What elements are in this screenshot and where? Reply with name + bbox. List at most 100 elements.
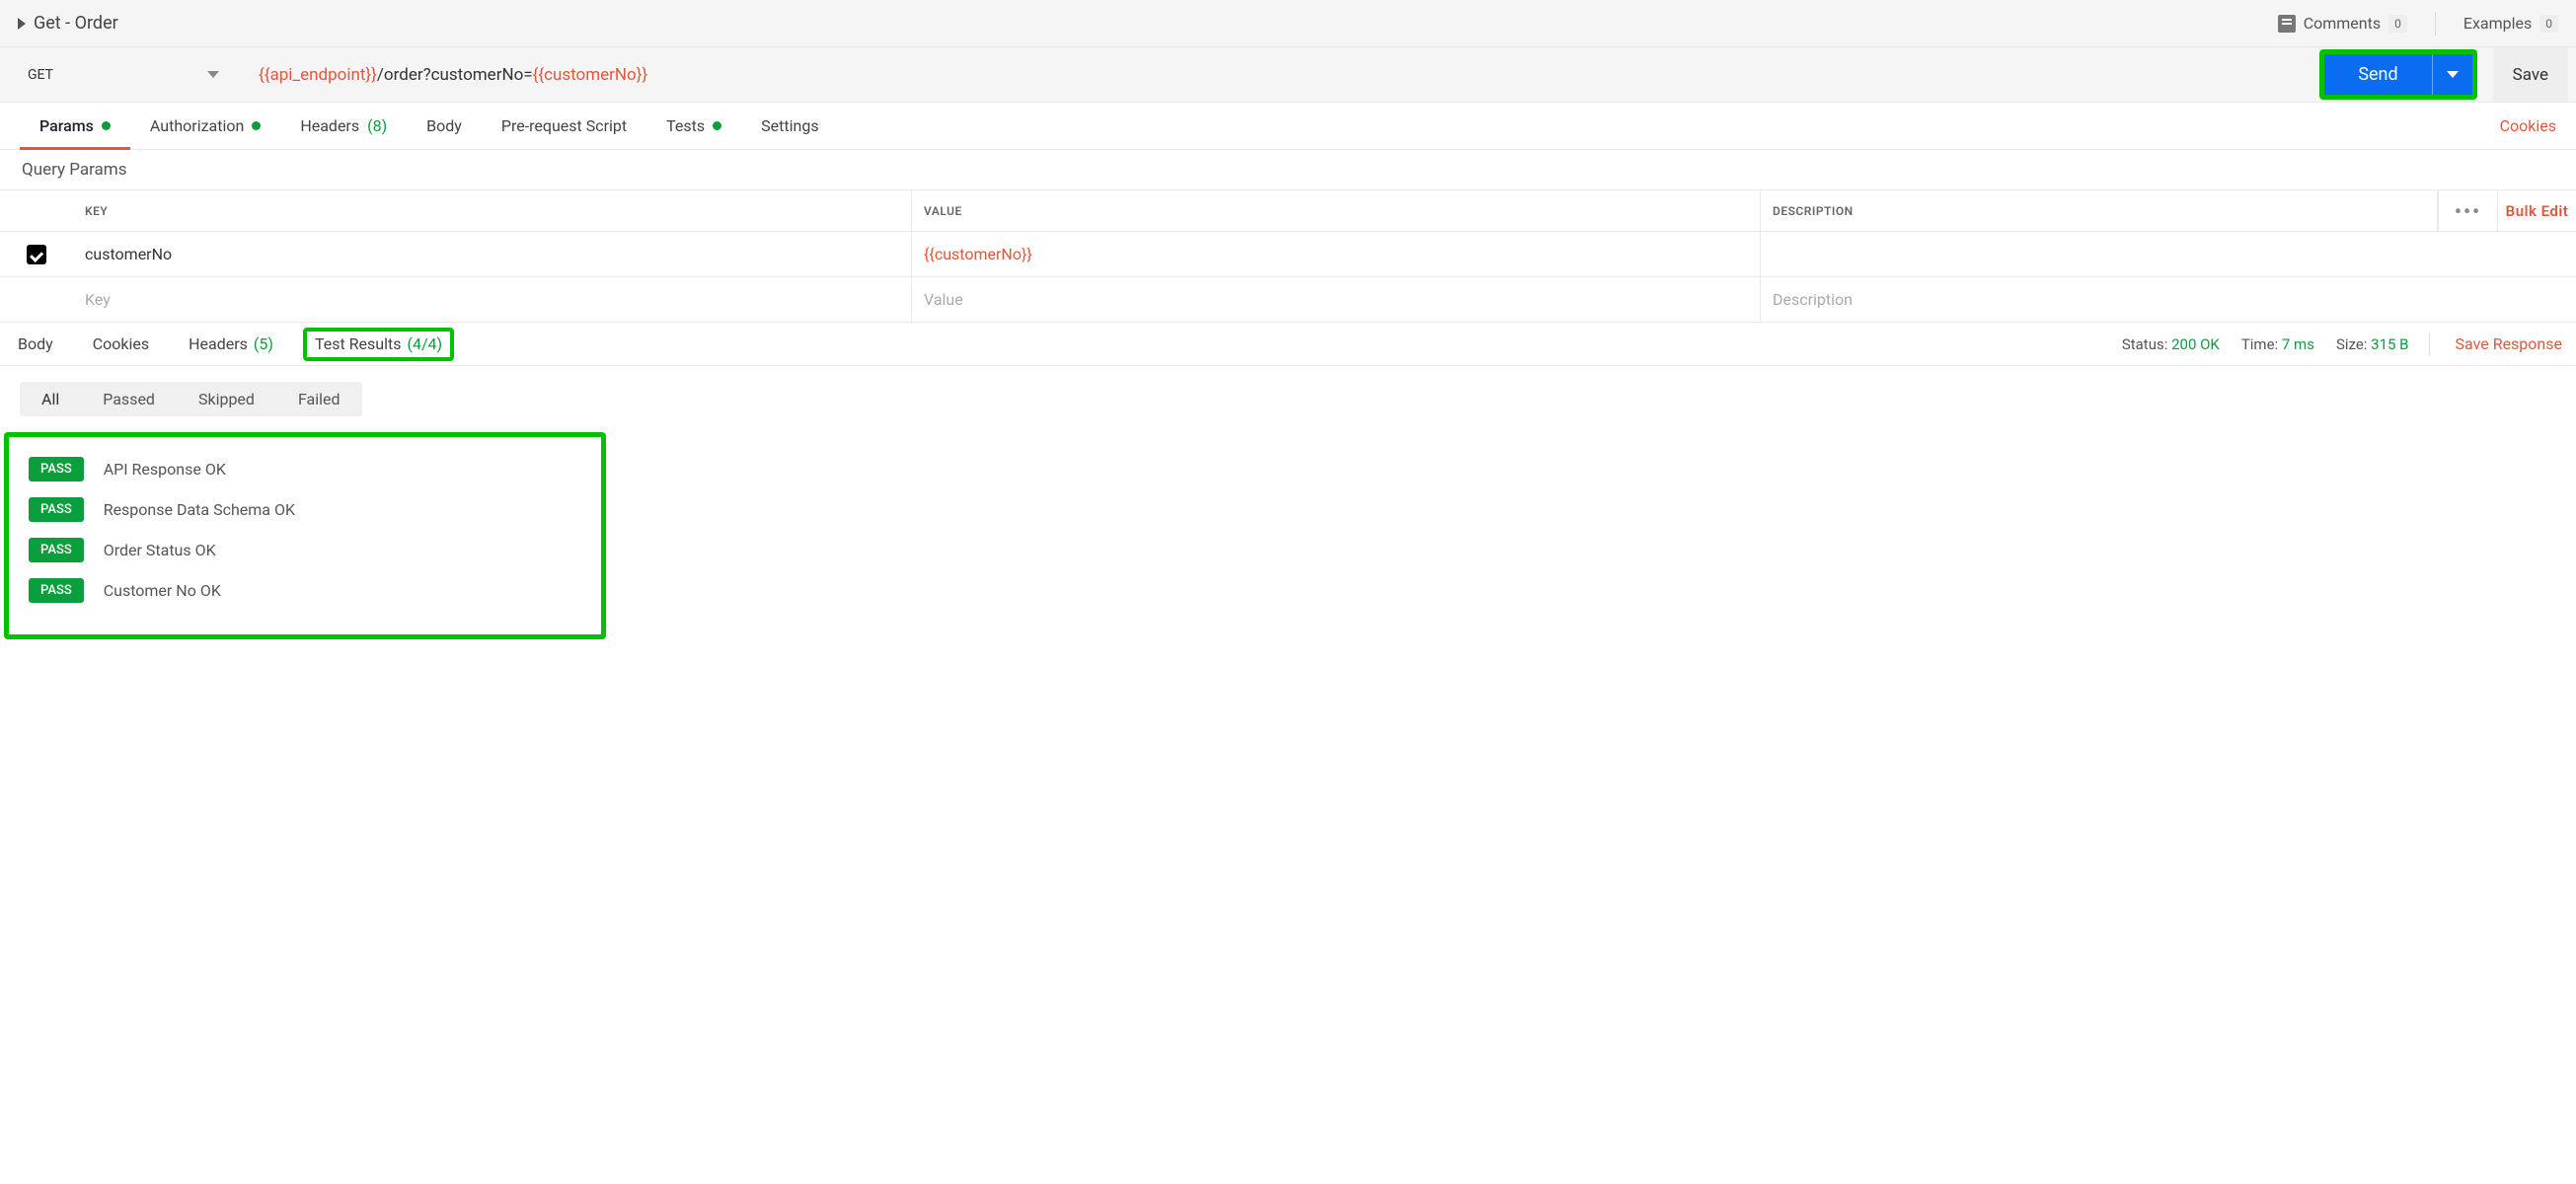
- value-cell[interactable]: {{customerNo}}: [912, 232, 1761, 276]
- comment-icon: [2278, 15, 2296, 33]
- filter-passed[interactable]: Passed: [81, 382, 177, 416]
- table-row: customerNo {{customerNo}}: [0, 232, 2576, 277]
- row-checkbox[interactable]: [27, 245, 46, 264]
- test-name: Customer No OK: [104, 581, 221, 600]
- tab-body[interactable]: Body: [407, 103, 482, 149]
- separator: [2435, 12, 2436, 36]
- comments-count: 0: [2388, 15, 2407, 33]
- separator: [2429, 333, 2430, 356]
- request-header: Get - Order Comments 0 Examples 0: [0, 0, 2576, 47]
- response-tabs: Body Cookies Headers (5) Test Results (4…: [0, 323, 2576, 366]
- chevron-down-icon: [207, 71, 219, 78]
- bulk-edit-link[interactable]: Bulk Edit: [2497, 190, 2576, 231]
- tab-label: Test Results: [315, 334, 402, 353]
- url-var: {{customerNo}}: [533, 65, 648, 85]
- response-tab-cookies[interactable]: Cookies: [83, 328, 159, 361]
- test-result-row: PASS Order Status OK: [29, 538, 581, 562]
- tab-authorization[interactable]: Authorization: [130, 103, 280, 149]
- examples-button[interactable]: Examples 0: [2463, 14, 2558, 33]
- key-input[interactable]: Key: [73, 277, 912, 322]
- tab-label: Pre-request Script: [501, 116, 627, 135]
- params-table: KEY VALUE DESCRIPTION ••• Bulk Edit cust…: [0, 189, 2576, 323]
- size-label: Size:: [2336, 335, 2367, 353]
- url-var: {{api_endpoint}}: [259, 65, 377, 85]
- time-value: 7 ms: [2282, 335, 2314, 353]
- test-name: Order Status OK: [104, 541, 216, 559]
- method-dropdown[interactable]: GET: [10, 47, 237, 102]
- tab-settings[interactable]: Settings: [741, 103, 838, 149]
- value-text: {{customerNo}}: [924, 245, 1032, 263]
- tab-label: Headers: [189, 334, 248, 353]
- send-dropdown[interactable]: [2432, 54, 2472, 95]
- desc-cell[interactable]: [1761, 232, 2438, 276]
- test-results-list: PASS API Response OK PASS Response Data …: [4, 432, 606, 639]
- response-tab-test-results[interactable]: Test Results (4/4): [303, 328, 454, 361]
- pass-badge: PASS: [29, 457, 84, 481]
- params-header: KEY VALUE DESCRIPTION ••• Bulk Edit: [0, 190, 2576, 232]
- tab-label: Params: [39, 116, 94, 135]
- tab-label: Authorization: [150, 116, 244, 135]
- response-meta: Status: 200 OK Time: 7 ms Size: 315 B: [2122, 335, 2409, 353]
- tab-label: Body: [426, 116, 462, 135]
- desc-header: DESCRIPTION: [1761, 190, 2438, 231]
- value-input[interactable]: Value: [912, 277, 1761, 322]
- desc-input[interactable]: Description: [1761, 277, 2438, 322]
- test-name: Response Data Schema OK: [104, 500, 295, 519]
- tab-label: Headers: [300, 116, 359, 135]
- size-value: 315 B: [2371, 335, 2408, 353]
- pass-badge: PASS: [29, 578, 84, 603]
- more-options[interactable]: •••: [2438, 190, 2497, 231]
- value-header: VALUE: [912, 190, 1761, 231]
- query-params-title: Query Params: [0, 150, 2576, 189]
- comments-label: Comments: [2304, 14, 2381, 33]
- url-bar: GET {{api_endpoint}}/order?customerNo={{…: [0, 47, 2576, 103]
- status-value: 200 OK: [2171, 335, 2220, 353]
- test-result-row: PASS Customer No OK: [29, 578, 581, 603]
- request-tabs: Params Authorization Headers (8) Body Pr…: [0, 103, 2576, 150]
- filter-skipped[interactable]: Skipped: [177, 382, 276, 416]
- tab-prerequest[interactable]: Pre-request Script: [482, 103, 646, 149]
- indicator-dot-icon: [102, 121, 111, 130]
- time-label: Time:: [2241, 335, 2278, 353]
- save-label: Save: [2513, 65, 2548, 85]
- tab-headers[interactable]: Headers (8): [280, 103, 407, 149]
- table-row-new: Key Value Description: [0, 277, 2576, 323]
- tab-tests[interactable]: Tests: [646, 103, 741, 149]
- response-tab-body[interactable]: Body: [8, 328, 63, 361]
- test-result-row: PASS API Response OK: [29, 457, 581, 481]
- tab-params[interactable]: Params: [20, 103, 130, 149]
- tab-label: Settings: [761, 116, 818, 135]
- tab-count: (4/4): [407, 334, 442, 353]
- key-header: KEY: [73, 190, 912, 231]
- save-button[interactable]: Save: [2493, 47, 2568, 102]
- indicator-dot-icon: [713, 121, 721, 130]
- request-title: Get - Order: [34, 13, 118, 34]
- cookies-link[interactable]: Cookies: [2500, 116, 2556, 135]
- filter-failed[interactable]: Failed: [276, 382, 362, 416]
- pass-badge: PASS: [29, 497, 84, 522]
- tab-count: (8): [367, 116, 387, 135]
- send-label[interactable]: Send: [2324, 54, 2431, 95]
- status-label: Status:: [2122, 335, 2168, 353]
- tab-label: Tests: [666, 116, 705, 135]
- key-cell[interactable]: customerNo: [73, 232, 912, 276]
- examples-count: 0: [2539, 15, 2558, 33]
- chevron-down-icon: [2447, 71, 2459, 78]
- test-result-row: PASS Response Data Schema OK: [29, 497, 581, 522]
- collapse-caret-icon[interactable]: [18, 18, 26, 30]
- url-text: /order?customerNo=: [377, 65, 533, 85]
- send-button[interactable]: Send: [2324, 54, 2471, 95]
- indicator-dot-icon: [252, 121, 261, 130]
- pass-badge: PASS: [29, 538, 84, 562]
- test-name: API Response OK: [104, 460, 226, 479]
- save-response-link[interactable]: Save Response: [2450, 334, 2568, 353]
- examples-label: Examples: [2463, 14, 2532, 33]
- filter-all[interactable]: All: [20, 382, 81, 416]
- response-tab-headers[interactable]: Headers (5): [179, 328, 283, 361]
- comments-button[interactable]: Comments 0: [2278, 14, 2407, 33]
- send-highlight: Send: [2319, 49, 2476, 100]
- method-label: GET: [28, 67, 53, 83]
- tab-count: (5): [254, 334, 273, 353]
- result-filters: All Passed Skipped Failed: [20, 382, 362, 416]
- url-input[interactable]: {{api_endpoint}}/order?customerNo={{cust…: [253, 47, 2304, 102]
